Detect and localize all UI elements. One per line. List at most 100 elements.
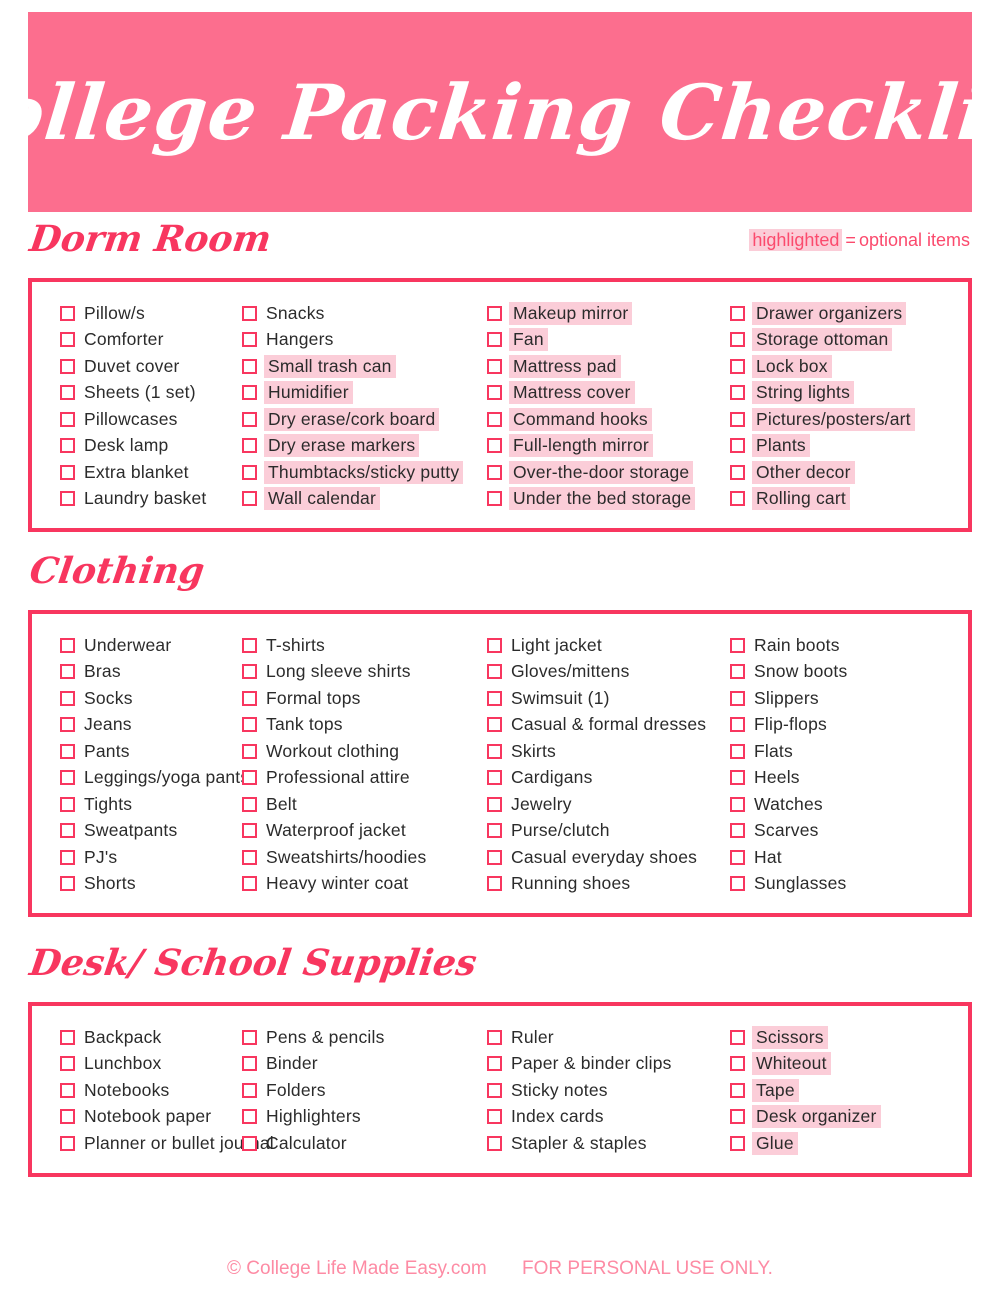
checklist-item[interactable]: Socks (60, 685, 242, 712)
checklist-item[interactable]: Over-the-door storage (487, 459, 730, 486)
checkbox-icon[interactable] (487, 637, 502, 653)
checkbox-icon[interactable] (730, 1082, 745, 1098)
checklist-item[interactable]: Mattress pad (487, 353, 730, 380)
checklist-item[interactable]: Glue (730, 1130, 968, 1157)
checkbox-icon[interactable] (730, 385, 745, 401)
checklist-item[interactable]: Calculator (242, 1130, 487, 1157)
checkbox-icon[interactable] (730, 823, 745, 839)
checklist-item[interactable]: Running shoes (487, 871, 730, 898)
checkbox-icon[interactable] (60, 358, 75, 374)
checklist-item[interactable]: Slippers (730, 685, 968, 712)
checkbox-icon[interactable] (487, 664, 502, 680)
checklist-item[interactable]: Snow boots (730, 659, 968, 686)
checkbox-icon[interactable] (487, 1109, 502, 1125)
checkbox-icon[interactable] (242, 491, 257, 507)
checkbox-icon[interactable] (242, 438, 257, 454)
checklist-item[interactable]: Folders (242, 1077, 487, 1104)
checklist-item[interactable]: Gloves/mittens (487, 659, 730, 686)
checkbox-icon[interactable] (730, 690, 745, 706)
checkbox-icon[interactable] (242, 664, 257, 680)
checklist-item[interactable]: Fan (487, 327, 730, 354)
checkbox-icon[interactable] (730, 491, 745, 507)
checklist-item[interactable]: Whiteout (730, 1051, 968, 1078)
checkbox-icon[interactable] (60, 1056, 75, 1072)
checkbox-icon[interactable] (730, 1135, 745, 1151)
checklist-item[interactable]: String lights (730, 380, 968, 407)
checklist-item[interactable]: Sweatpants (60, 818, 242, 845)
checklist-item[interactable]: Rain boots (730, 632, 968, 659)
checklist-item[interactable]: Under the bed storage (487, 486, 730, 513)
checklist-item[interactable]: Small trash can (242, 353, 487, 380)
checklist-item[interactable]: Wall calendar (242, 486, 487, 513)
checklist-item[interactable]: Binder (242, 1051, 487, 1078)
checkbox-icon[interactable] (242, 770, 257, 786)
checkbox-icon[interactable] (730, 464, 745, 480)
checkbox-icon[interactable] (487, 385, 502, 401)
checklist-item[interactable]: Ruler (487, 1024, 730, 1051)
checkbox-icon[interactable] (60, 743, 75, 759)
checkbox-icon[interactable] (60, 770, 75, 786)
checklist-item[interactable]: Leggings/yoga pants (60, 765, 249, 792)
checklist-item[interactable]: Highlighters (242, 1104, 487, 1131)
checklist-item[interactable]: Watches (730, 791, 968, 818)
checkbox-icon[interactable] (730, 849, 745, 865)
checkbox-icon[interactable] (487, 1082, 502, 1098)
checklist-item[interactable]: Sheets (1 set) (60, 380, 242, 407)
checkbox-icon[interactable] (730, 876, 745, 892)
checkbox-icon[interactable] (60, 438, 75, 454)
checklist-item[interactable]: Jewelry (487, 791, 730, 818)
checkbox-icon[interactable] (487, 823, 502, 839)
checkbox-icon[interactable] (242, 332, 257, 348)
checklist-item[interactable]: Formal tops (242, 685, 487, 712)
checklist-item[interactable]: Heels (730, 765, 968, 792)
checkbox-icon[interactable] (242, 1029, 257, 1045)
checkbox-icon[interactable] (242, 1135, 257, 1151)
checkbox-icon[interactable] (487, 411, 502, 427)
checkbox-icon[interactable] (487, 876, 502, 892)
checklist-item[interactable]: Underwear (60, 632, 242, 659)
checklist-item[interactable]: Pillow/s (60, 300, 242, 327)
checkbox-icon[interactable] (60, 664, 75, 680)
checkbox-icon[interactable] (730, 332, 745, 348)
checkbox-icon[interactable] (730, 438, 745, 454)
checklist-item[interactable]: Snacks (242, 300, 487, 327)
checkbox-icon[interactable] (487, 491, 502, 507)
checklist-item[interactable]: Extra blanket (60, 459, 242, 486)
checklist-item[interactable]: Humidifier (242, 380, 487, 407)
checklist-item[interactable]: Sweatshirts/hoodies (242, 844, 487, 871)
checkbox-icon[interactable] (730, 358, 745, 374)
checkbox-icon[interactable] (487, 796, 502, 812)
checklist-item[interactable]: Flats (730, 738, 968, 765)
checklist-item[interactable]: Storage ottoman (730, 327, 968, 354)
checkbox-icon[interactable] (60, 464, 75, 480)
checkbox-icon[interactable] (60, 305, 75, 321)
checkbox-icon[interactable] (242, 411, 257, 427)
checklist-item[interactable]: Casual & formal dresses (487, 712, 730, 739)
checklist-item[interactable]: Lunchbox (60, 1051, 242, 1078)
checkbox-icon[interactable] (730, 305, 745, 321)
checklist-item[interactable]: Pictures/posters/art (730, 406, 968, 433)
checkbox-icon[interactable] (487, 332, 502, 348)
checkbox-icon[interactable] (730, 411, 745, 427)
checklist-item[interactable]: Swimsuit (1) (487, 685, 730, 712)
checklist-item[interactable]: Command hooks (487, 406, 730, 433)
checkbox-icon[interactable] (60, 876, 75, 892)
checkbox-icon[interactable] (242, 743, 257, 759)
checklist-item[interactable]: Backpack (60, 1024, 242, 1051)
checkbox-icon[interactable] (730, 1056, 745, 1072)
checkbox-icon[interactable] (60, 1109, 75, 1125)
checklist-item[interactable]: Notebook paper (60, 1104, 242, 1131)
checkbox-icon[interactable] (60, 690, 75, 706)
checklist-item[interactable]: Stapler & staples (487, 1130, 730, 1157)
checklist-item[interactable]: Skirts (487, 738, 730, 765)
checkbox-icon[interactable] (60, 849, 75, 865)
checklist-item[interactable]: Purse/clutch (487, 818, 730, 845)
checklist-item[interactable]: Notebooks (60, 1077, 242, 1104)
checklist-item[interactable]: Makeup mirror (487, 300, 730, 327)
checkbox-icon[interactable] (487, 743, 502, 759)
checkbox-icon[interactable] (242, 1109, 257, 1125)
checklist-item[interactable]: Long sleeve shirts (242, 659, 487, 686)
checkbox-icon[interactable] (242, 1082, 257, 1098)
checkbox-icon[interactable] (730, 664, 745, 680)
checklist-item[interactable]: Bras (60, 659, 242, 686)
